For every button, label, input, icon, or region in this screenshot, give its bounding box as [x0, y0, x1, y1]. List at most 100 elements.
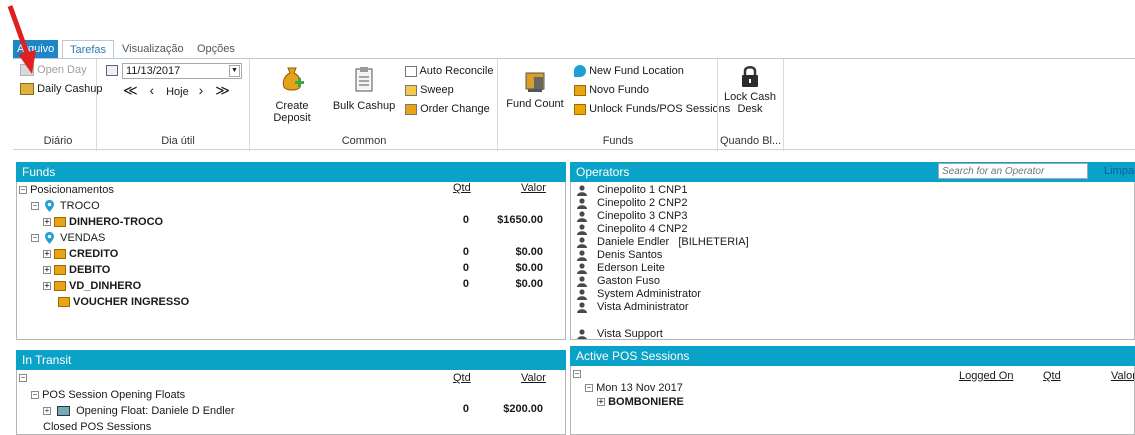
- cash-register-icon: [525, 72, 545, 92]
- new-fund-location-button[interactable]: New Fund Location: [574, 65, 684, 78]
- date-nav: ≪ ‹ Hoje › ≫: [123, 82, 232, 99]
- group-label-common: Common: [341, 135, 387, 147]
- last-day-icon[interactable]: ≫: [215, 82, 232, 98]
- person-icon: [577, 223, 587, 235]
- opening-float-row[interactable]: + Opening Float: Daniele D Endler: [43, 403, 235, 419]
- unlock-icon: [574, 103, 586, 115]
- person-icon: [577, 275, 587, 287]
- expand-icon[interactable]: +: [43, 266, 51, 275]
- collapse-icon[interactable]: −: [19, 186, 27, 195]
- clear-search-link[interactable]: Limpar: [1104, 165, 1135, 177]
- qtd-header[interactable]: Qtd: [453, 182, 471, 194]
- money-bag-icon: [282, 67, 304, 91]
- collapse-icon[interactable]: −: [31, 234, 39, 243]
- cash-box-icon: [54, 249, 66, 260]
- pos-session-row[interactable]: + BOMBONIERE: [597, 394, 684, 410]
- fund-qtd: 0: [462, 214, 469, 226]
- cashup-icon: [20, 83, 34, 96]
- sweep-icon: [405, 84, 417, 96]
- expand-icon[interactable]: +: [43, 218, 51, 227]
- operator-name: Vista Support: [597, 328, 663, 340]
- operator-item[interactable]: Cinepolito 3 CNP3: [577, 210, 688, 223]
- first-day-icon[interactable]: ≪: [123, 82, 140, 98]
- novo-fundo-button[interactable]: Novo Fundo: [574, 84, 649, 96]
- daily-cashup-button[interactable]: Daily Cashup: [20, 83, 102, 96]
- auto-reconcile-button[interactable]: Auto Reconcile: [405, 65, 493, 77]
- vendas-label: VENDAS: [60, 232, 106, 244]
- dropdown-arrow-icon[interactable]: ▼: [229, 65, 240, 77]
- tree-node-root[interactable]: − Posicionamentos: [19, 182, 114, 198]
- operator-name: Cinepolito 4 CNP2: [597, 223, 688, 235]
- tab-tarefas[interactable]: Tarefas: [62, 40, 114, 59]
- tree-node-opening-floats[interactable]: − POS Session Opening Floats: [31, 387, 185, 403]
- operator-item[interactable]: Gaston Fuso: [577, 275, 660, 288]
- fund-name: CREDITO: [69, 248, 119, 260]
- person-icon: [577, 210, 587, 222]
- fund-qtd: 0: [462, 246, 469, 258]
- operator-item[interactable]: Cinepolito 2 CNP2: [577, 197, 688, 210]
- tree-node-closed-sessions[interactable]: Closed POS Sessions: [43, 419, 151, 434]
- next-day-icon[interactable]: ›: [199, 82, 206, 98]
- date-value: 11/13/2017: [126, 65, 181, 77]
- unlock-label: Unlock Funds/POS Sessions: [589, 103, 731, 115]
- operator-item[interactable]: Cinepolito 4 CNP2: [577, 223, 688, 236]
- sweep-button[interactable]: Sweep: [405, 84, 454, 96]
- fund-row-dinheiro-troco[interactable]: + DINHERO-TROCO: [43, 214, 163, 230]
- active-pos-panel-header: Active POS Sessions: [570, 346, 1135, 366]
- tree-node-root[interactable]: −: [573, 366, 581, 382]
- fund-qtd: 0: [462, 278, 469, 290]
- tree-node-root[interactable]: −: [19, 370, 27, 386]
- valor-header[interactable]: Valor: [1111, 370, 1134, 382]
- fund-row-debito[interactable]: + DEBITO: [43, 262, 110, 278]
- create-deposit-button[interactable]: Create Deposit: [256, 65, 328, 124]
- fund-row-credito[interactable]: + CREDITO: [43, 246, 118, 262]
- valor-header[interactable]: Valor: [521, 372, 546, 384]
- tree-node-troco[interactable]: − TROCO: [31, 198, 100, 214]
- fund-count-label: Fund Count: [506, 98, 564, 110]
- group-label-lock: Quando Bl...: [720, 135, 782, 147]
- fund-valor: $0.00: [515, 246, 543, 258]
- fund-valor: $0.00: [515, 262, 543, 274]
- order-change-button[interactable]: Order Change: [405, 103, 490, 115]
- operator-item[interactable]: Vista Support: [577, 328, 663, 340]
- collapse-icon[interactable]: −: [585, 384, 593, 393]
- fund-name: VD_DINHERO: [69, 280, 142, 292]
- expand-icon[interactable]: +: [43, 282, 51, 291]
- operator-name: Vista Administrator: [597, 301, 689, 313]
- troco-label: TROCO: [59, 200, 100, 212]
- expand-icon[interactable]: +: [43, 250, 51, 259]
- opening-floats-label: POS Session Opening Floats: [42, 389, 186, 401]
- fund-count-button[interactable]: Fund Count: [505, 69, 565, 110]
- operator-search-input[interactable]: [938, 163, 1088, 179]
- tab-visualizacao[interactable]: Visualização: [122, 40, 184, 58]
- collapse-icon[interactable]: −: [31, 202, 39, 211]
- operator-item[interactable]: System Administrator: [577, 288, 701, 301]
- tab-opcoes[interactable]: Opções: [197, 40, 235, 58]
- operator-item[interactable]: Cinepolito 1 CNP1: [577, 184, 688, 197]
- collapse-icon[interactable]: −: [19, 374, 27, 383]
- fund-row-voucher[interactable]: VOUCHER INGRESSO: [55, 294, 189, 310]
- new-fund-location-label: New Fund Location: [589, 65, 684, 77]
- logged-on-header[interactable]: Logged On: [959, 370, 1013, 382]
- valor-header[interactable]: Valor: [521, 182, 546, 194]
- tree-node-vendas[interactable]: − VENDAS: [31, 230, 105, 246]
- expand-icon[interactable]: +: [43, 407, 51, 416]
- operator-item[interactable]: Vista Administrator: [577, 301, 689, 314]
- today-button[interactable]: Hoje: [166, 86, 189, 98]
- bulk-cashup-button[interactable]: Bulk Cashup: [331, 65, 397, 112]
- unlock-button[interactable]: Unlock Funds/POS Sessions: [574, 103, 730, 115]
- operator-item[interactable]: Denis Santos: [577, 249, 662, 262]
- collapse-icon[interactable]: −: [573, 370, 581, 379]
- operator-item[interactable]: Ederson Leite: [577, 262, 665, 275]
- expand-icon[interactable]: +: [597, 398, 605, 407]
- qtd-header[interactable]: Qtd: [453, 372, 471, 384]
- date-picker[interactable]: 11/13/2017 ▼: [122, 63, 242, 79]
- collapse-icon[interactable]: −: [31, 391, 39, 400]
- lock-cash-desk-button[interactable]: Lock Cash Desk: [721, 64, 779, 115]
- fund-row-vd-dinheiro[interactable]: + VD_DINHERO: [43, 278, 141, 294]
- qtd-header[interactable]: Qtd: [1043, 370, 1061, 382]
- operator-item[interactable]: Daniele Endler [BILHETERIA]: [577, 236, 749, 249]
- operator-name: System Administrator: [597, 288, 701, 300]
- computer-icon: [57, 406, 71, 417]
- prev-day-icon[interactable]: ‹: [150, 82, 157, 98]
